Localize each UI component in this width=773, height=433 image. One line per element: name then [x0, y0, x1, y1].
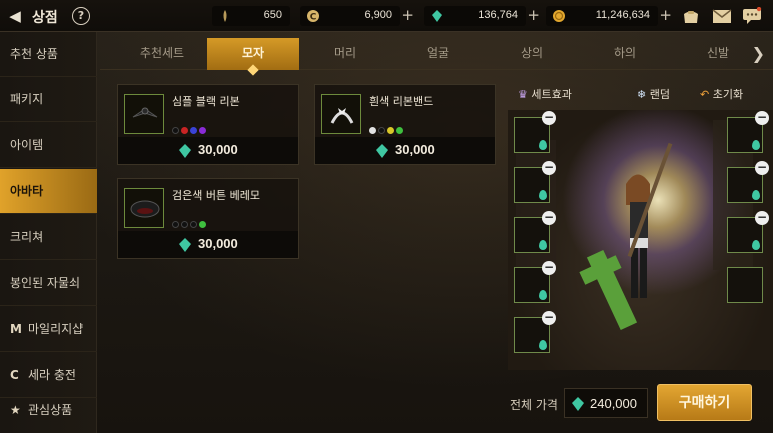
total-price-box: 240,000 — [564, 388, 648, 418]
set-effect-button[interactable]: ♛ 세트효과 — [518, 86, 572, 102]
add-gem-button[interactable]: + — [527, 6, 540, 24]
tab-bottom[interactable]: 하의 — [579, 38, 671, 70]
black-beret-thumbnail — [124, 188, 164, 228]
price-bar: 30,000 — [315, 137, 495, 164]
mail-icon[interactable] — [712, 7, 732, 25]
undo-icon: ↶ — [700, 88, 710, 101]
total-price-label: 전체 가격 — [510, 398, 558, 412]
gem-icon — [752, 140, 760, 150]
sidebar-item-recommended[interactable]: 추천 상품 — [0, 32, 97, 77]
white-ribbon-band-thumbnail — [321, 94, 361, 134]
bag-icon[interactable] — [681, 7, 701, 25]
gem-icon — [376, 144, 388, 158]
remove-icon[interactable]: − — [755, 161, 769, 175]
tab-hair[interactable]: 머리 — [299, 38, 391, 70]
product-card[interactable]: 흰색 리본밴드 30,000 — [314, 84, 496, 165]
help-icon[interactable]: ? — [72, 7, 90, 25]
product-price: 30,000 — [395, 142, 435, 157]
color-options — [369, 123, 405, 134]
gold-icon — [553, 10, 565, 22]
add-gold-button[interactable]: + — [659, 6, 672, 24]
price-bar: 30,000 — [118, 231, 298, 258]
svg-text:C: C — [310, 13, 317, 23]
price-bar: 30,000 — [118, 137, 298, 164]
product-card[interactable]: 심플 블랙 리본 30,000 — [117, 84, 299, 165]
black-ribbon-thumbnail — [124, 94, 164, 134]
tab-shoes[interactable]: 신발 — [672, 38, 764, 70]
remove-icon[interactable]: − — [755, 211, 769, 225]
total-price-value: 240,000 — [590, 396, 637, 411]
reset-button[interactable]: ↶ 초기화 — [700, 86, 743, 102]
sidebar-item-item[interactable]: 아이템 — [0, 123, 97, 168]
remove-icon[interactable]: − — [542, 111, 556, 125]
currency-feather: 650 — [212, 6, 290, 26]
sidebar-item-mileage-shop[interactable]: M 마일리지샵 — [0, 307, 97, 352]
gem-icon — [572, 397, 584, 411]
sidebar-item-creature[interactable]: 크리쳐 — [0, 215, 97, 260]
buy-button[interactable]: 구매하기 — [657, 384, 752, 421]
top-bar: ◀ 상점 ? 650 C 6,900 + 136,764 + 11,246,63… — [0, 0, 773, 32]
remove-icon[interactable]: − — [542, 211, 556, 225]
product-price: 30,000 — [198, 142, 238, 157]
remove-icon[interactable]: − — [542, 261, 556, 275]
tab-face[interactable]: 얼굴 — [392, 38, 484, 70]
product-card[interactable]: 검은색 버튼 베레모 30,000 — [117, 178, 299, 259]
add-cera-button[interactable]: + — [401, 6, 414, 24]
gem-icon — [752, 190, 760, 200]
currency-gem: 136,764 + — [424, 6, 540, 26]
crown-icon: ♛ — [518, 88, 528, 101]
gem-icon — [539, 190, 547, 200]
chat-icon[interactable] — [742, 7, 762, 25]
shop-screen: ◀ 상점 ? 650 C 6,900 + 136,764 + 11,246,63… — [0, 0, 773, 433]
back-arrow-icon[interactable]: ◀ — [6, 7, 24, 25]
gem-icon — [539, 240, 547, 250]
chevron-right-icon[interactable]: ❯ — [752, 44, 765, 63]
product-name: 심플 블랙 리본 — [172, 95, 240, 108]
tab-recommended-set[interactable]: 추천세트 — [116, 38, 208, 70]
color-options — [172, 123, 208, 134]
star-icon: ★ — [10, 403, 21, 417]
equip-slot-shoes[interactable]: − — [727, 161, 769, 203]
currency-gold: 11,246,634 + — [546, 6, 672, 26]
sidebar-item-sealed-lock[interactable]: 봉인된 자물쇠 — [0, 261, 97, 306]
gem-icon — [432, 10, 442, 22]
gem-icon — [539, 290, 547, 300]
gem-icon — [179, 238, 191, 252]
snowflake-icon: ❄ — [637, 88, 647, 101]
mileage-icon: M — [10, 322, 22, 336]
equip-slot-face[interactable]: − — [514, 211, 556, 253]
color-options — [172, 217, 208, 228]
gem-icon — [539, 340, 547, 350]
product-price: 30,000 — [198, 236, 238, 251]
equip-slot-weapon-skin[interactable]: − — [727, 211, 769, 253]
equip-slot-portrait[interactable]: − — [727, 111, 769, 153]
tab-hat[interactable]: 모자 — [207, 38, 299, 70]
sidebar-item-avatar[interactable]: 아바타 — [0, 169, 97, 214]
category-tabs: 추천세트 모자 머리 얼굴 상의 하의 신발 — [100, 38, 773, 70]
equip-slot-top[interactable]: − — [514, 261, 556, 303]
category-sidebar: 추천 상품 패키지 아이템 아바타 크리쳐 봉인된 자물쇠 M 마일리지샵 C 세라… — [0, 32, 97, 433]
equip-slot-bottom[interactable]: − — [514, 311, 556, 353]
equip-slot-hair[interactable]: − — [514, 161, 556, 203]
remove-icon[interactable]: − — [755, 111, 769, 125]
sidebar-item-wishlist[interactable]: ★ 관심상품 — [0, 388, 97, 433]
gem-icon — [752, 240, 760, 250]
gem-icon — [179, 144, 191, 158]
remove-icon[interactable]: − — [542, 161, 556, 175]
page-title: 상점 — [32, 10, 58, 26]
product-name: 흰색 리본밴드 — [369, 95, 434, 108]
equip-slot-skin[interactable] — [727, 267, 763, 303]
remove-icon[interactable]: − — [542, 311, 556, 325]
feather-icon — [223, 10, 227, 22]
currency-cera: C 6,900 + — [300, 6, 414, 26]
product-name: 검은색 버튼 베레모 — [172, 189, 260, 202]
equip-slot-hat[interactable]: − — [514, 111, 556, 153]
tab-top[interactable]: 상의 — [486, 38, 578, 70]
cera-coin-icon: C — [307, 10, 319, 23]
sidebar-item-package[interactable]: 패키지 — [0, 77, 97, 122]
gem-icon — [539, 140, 547, 150]
random-button[interactable]: ❄ 랜덤 — [637, 86, 670, 102]
